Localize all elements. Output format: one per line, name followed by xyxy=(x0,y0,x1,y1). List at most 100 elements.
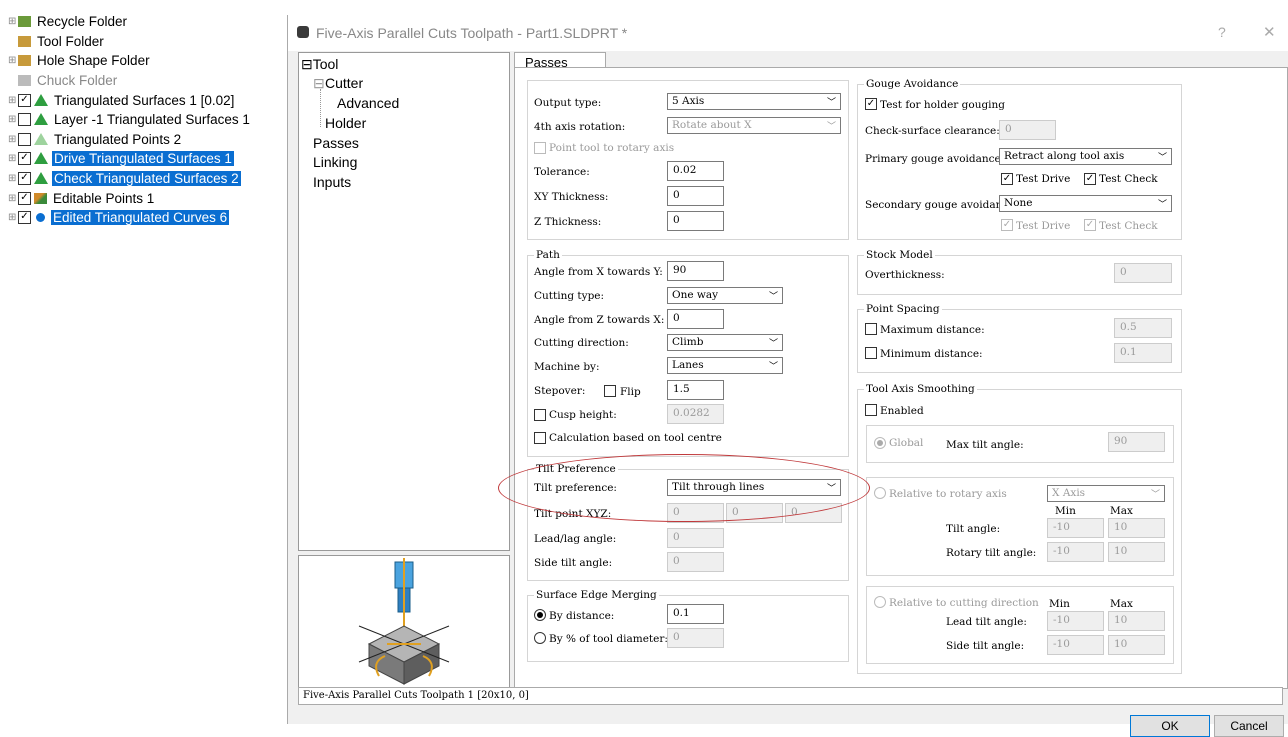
check-surface-clearance-input[interactable]: 0 xyxy=(999,120,1056,140)
max-distance-checkbox[interactable] xyxy=(865,323,877,335)
visibility-checkbox[interactable]: ✓ xyxy=(18,151,31,165)
secondary-test-check-checkbox[interactable]: ✓ xyxy=(1084,219,1096,231)
tree-item-tool[interactable]: Tool Folder xyxy=(8,31,106,51)
relative-rotary-radio[interactable] xyxy=(874,487,886,499)
nav-advanced[interactable]: Advanced xyxy=(337,95,399,111)
flip-checkbox[interactable] xyxy=(604,385,616,397)
by-percent-radio[interactable] xyxy=(534,632,546,644)
side-tilt-max-input[interactable]: 10 xyxy=(1108,635,1165,655)
stepover-label: Stepover: xyxy=(534,385,586,397)
angle-zx-input[interactable]: 0 xyxy=(667,309,724,329)
rotary-tilt-max-input[interactable]: 10 xyxy=(1108,542,1165,562)
expand-icon[interactable]: ⊞ xyxy=(8,193,18,204)
rotary-tilt-min-input[interactable]: -10 xyxy=(1047,542,1104,562)
visibility-checkbox[interactable] xyxy=(18,132,31,146)
secondary-test-drive-checkbox[interactable]: ✓ xyxy=(1001,219,1013,231)
expand-icon[interactable]: ⊞ xyxy=(8,173,18,184)
expand-icon[interactable]: ⊞ xyxy=(8,95,18,106)
angle-xy-input[interactable]: 90 xyxy=(667,261,724,281)
calc-tool-centre-checkbox[interactable] xyxy=(534,432,546,444)
tree-item-recycle[interactable]: ⊞ Recycle Folder xyxy=(8,11,129,31)
visibility-checkbox[interactable] xyxy=(18,112,31,126)
nav-cutter[interactable]: Cutter xyxy=(325,75,363,91)
test-drive-checkbox[interactable]: ✓ xyxy=(1001,173,1013,185)
output-type-select[interactable]: 5 Axis ﹀ xyxy=(667,93,841,110)
nav-holder[interactable]: Holder xyxy=(325,115,366,131)
max-distance-input[interactable]: 0.5 xyxy=(1114,318,1172,338)
side-tilt-min-input[interactable]: -10 xyxy=(1047,635,1104,655)
cancel-button[interactable]: Cancel xyxy=(1214,715,1284,737)
help-button[interactable]: ? xyxy=(1218,24,1226,40)
tree-item-tri-points[interactable]: ⊞ Triangulated Points 2 xyxy=(8,129,183,149)
tree-item-drive[interactable]: ⊞ ✓ Drive Triangulated Surfaces 1 xyxy=(8,148,234,168)
nav-linking[interactable]: Linking xyxy=(313,154,357,170)
tree-item-tri-surfaces-1[interactable]: ⊞ ✓ Triangulated Surfaces 1 [0.02] xyxy=(8,90,236,110)
tilt-min-input[interactable]: -10 xyxy=(1047,518,1104,538)
overthickness-input[interactable]: 0 xyxy=(1114,263,1172,283)
min-distance-input[interactable]: 0.1 xyxy=(1114,343,1172,363)
tree-item-layer[interactable]: ⊞ Layer -1 Triangulated Surfaces 1 xyxy=(8,109,252,129)
smoothing-enabled-checkbox[interactable] xyxy=(865,404,877,416)
z-thickness-input[interactable]: 0 xyxy=(667,211,724,231)
cutting-direction-select[interactable]: Climb ﹀ xyxy=(667,334,783,351)
visibility-checkbox[interactable]: ✓ xyxy=(18,171,31,185)
primary-gouge-select[interactable]: Retract along tool axis ﹀ xyxy=(999,148,1172,165)
fourth-axis-select[interactable]: Rotate about X ﹀ xyxy=(667,117,841,134)
expand-icon[interactable]: ⊞ xyxy=(8,134,18,145)
xy-thickness-input[interactable]: 0 xyxy=(667,186,724,206)
side-tilt-input[interactable]: 0 xyxy=(667,552,724,572)
ok-button[interactable]: OK xyxy=(1130,715,1210,737)
cusp-height-checkbox[interactable] xyxy=(534,409,546,421)
path-title: Path xyxy=(534,249,562,261)
expand-icon[interactable]: ⊞ xyxy=(8,114,18,125)
chevron-down-icon: ﹀ xyxy=(768,339,778,349)
expand-icon[interactable]: ⊞ xyxy=(8,55,18,66)
nav-inputs[interactable]: Inputs xyxy=(313,174,351,190)
rotary-tilt-label: Rotary tilt angle: xyxy=(946,547,1037,559)
visibility-checkbox[interactable]: ✓ xyxy=(18,191,31,205)
lead-lag-input[interactable]: 0 xyxy=(667,528,724,548)
expand-icon[interactable]: ⊞ xyxy=(8,212,18,223)
expand-icon[interactable]: ⊞ xyxy=(8,153,18,164)
tree-item-edited-curves[interactable]: ⊞ ✓ Edited Triangulated Curves 6 xyxy=(8,207,230,227)
cutting-type-select[interactable]: One way ﹀ xyxy=(667,287,783,304)
by-percent-input[interactable]: 0 xyxy=(667,628,724,648)
nav-tool[interactable]: ⊟Tool xyxy=(301,56,338,73)
tree-item-chuck[interactable]: Chuck Folder xyxy=(8,70,119,90)
status-bar: Five-Axis Parallel Cuts Toolpath 1 [20x1… xyxy=(298,687,1283,705)
visibility-checkbox[interactable]: ✓ xyxy=(18,210,31,224)
test-check-checkbox[interactable]: ✓ xyxy=(1084,173,1096,185)
by-distance-radio[interactable] xyxy=(534,609,546,621)
min-distance-checkbox[interactable] xyxy=(865,347,877,359)
stepover-input[interactable]: 1.5 xyxy=(667,380,724,400)
tree-item-editable-points[interactable]: ⊞ ✓ Editable Points 1 xyxy=(8,188,156,208)
secondary-gouge-select[interactable]: None ﹀ xyxy=(999,195,1172,212)
tree-item-check[interactable]: ⊞ ✓ Check Triangulated Surfaces 2 xyxy=(8,168,241,188)
max-tilt-input[interactable]: 90 xyxy=(1108,432,1165,452)
tree-item-hole-shape[interactable]: ⊞ Hole Shape Folder xyxy=(8,50,152,70)
holder-gouge-checkbox[interactable]: ✓ xyxy=(865,98,877,110)
relative-cutdir-radio[interactable] xyxy=(874,596,886,608)
test-drive-label: Test Drive xyxy=(1016,173,1071,185)
max-tilt-label: Max tilt angle: xyxy=(946,439,1024,451)
lead-tilt-min-input[interactable]: -10 xyxy=(1047,611,1104,631)
tolerance-input[interactable]: 0.02 xyxy=(667,161,724,181)
machine-by-select[interactable]: Lanes ﹀ xyxy=(667,357,783,374)
visibility-checkbox[interactable]: ✓ xyxy=(18,93,31,107)
lead-tilt-max-input[interactable]: 10 xyxy=(1108,611,1165,631)
nav-passes[interactable]: Passes xyxy=(313,135,359,151)
expand-icon[interactable]: ⊞ xyxy=(8,16,18,27)
point-rotary-label: Point tool to rotary axis xyxy=(549,142,675,154)
cutting-direction-label: Cutting direction: xyxy=(534,337,629,349)
xy-thickness-label: XY Thickness: xyxy=(534,191,609,203)
surface-edge-merging-title: Surface Edge Merging xyxy=(534,589,659,601)
point-rotary-checkbox[interactable] xyxy=(534,142,546,154)
rotary-axis-select[interactable]: X Axis ﹀ xyxy=(1047,485,1165,502)
cusp-height-input[interactable]: 0.0282 xyxy=(667,404,724,424)
tilt-max-input[interactable]: 10 xyxy=(1108,518,1165,538)
dialog-titlebar[interactable]: Five-Axis Parallel Cuts Toolpath - Part1… xyxy=(288,15,1288,51)
close-button[interactable]: ✕ xyxy=(1263,23,1276,41)
tree-label: Chuck Folder xyxy=(37,72,118,88)
global-radio[interactable] xyxy=(874,437,886,449)
by-distance-input[interactable]: 0.1 xyxy=(667,604,724,624)
